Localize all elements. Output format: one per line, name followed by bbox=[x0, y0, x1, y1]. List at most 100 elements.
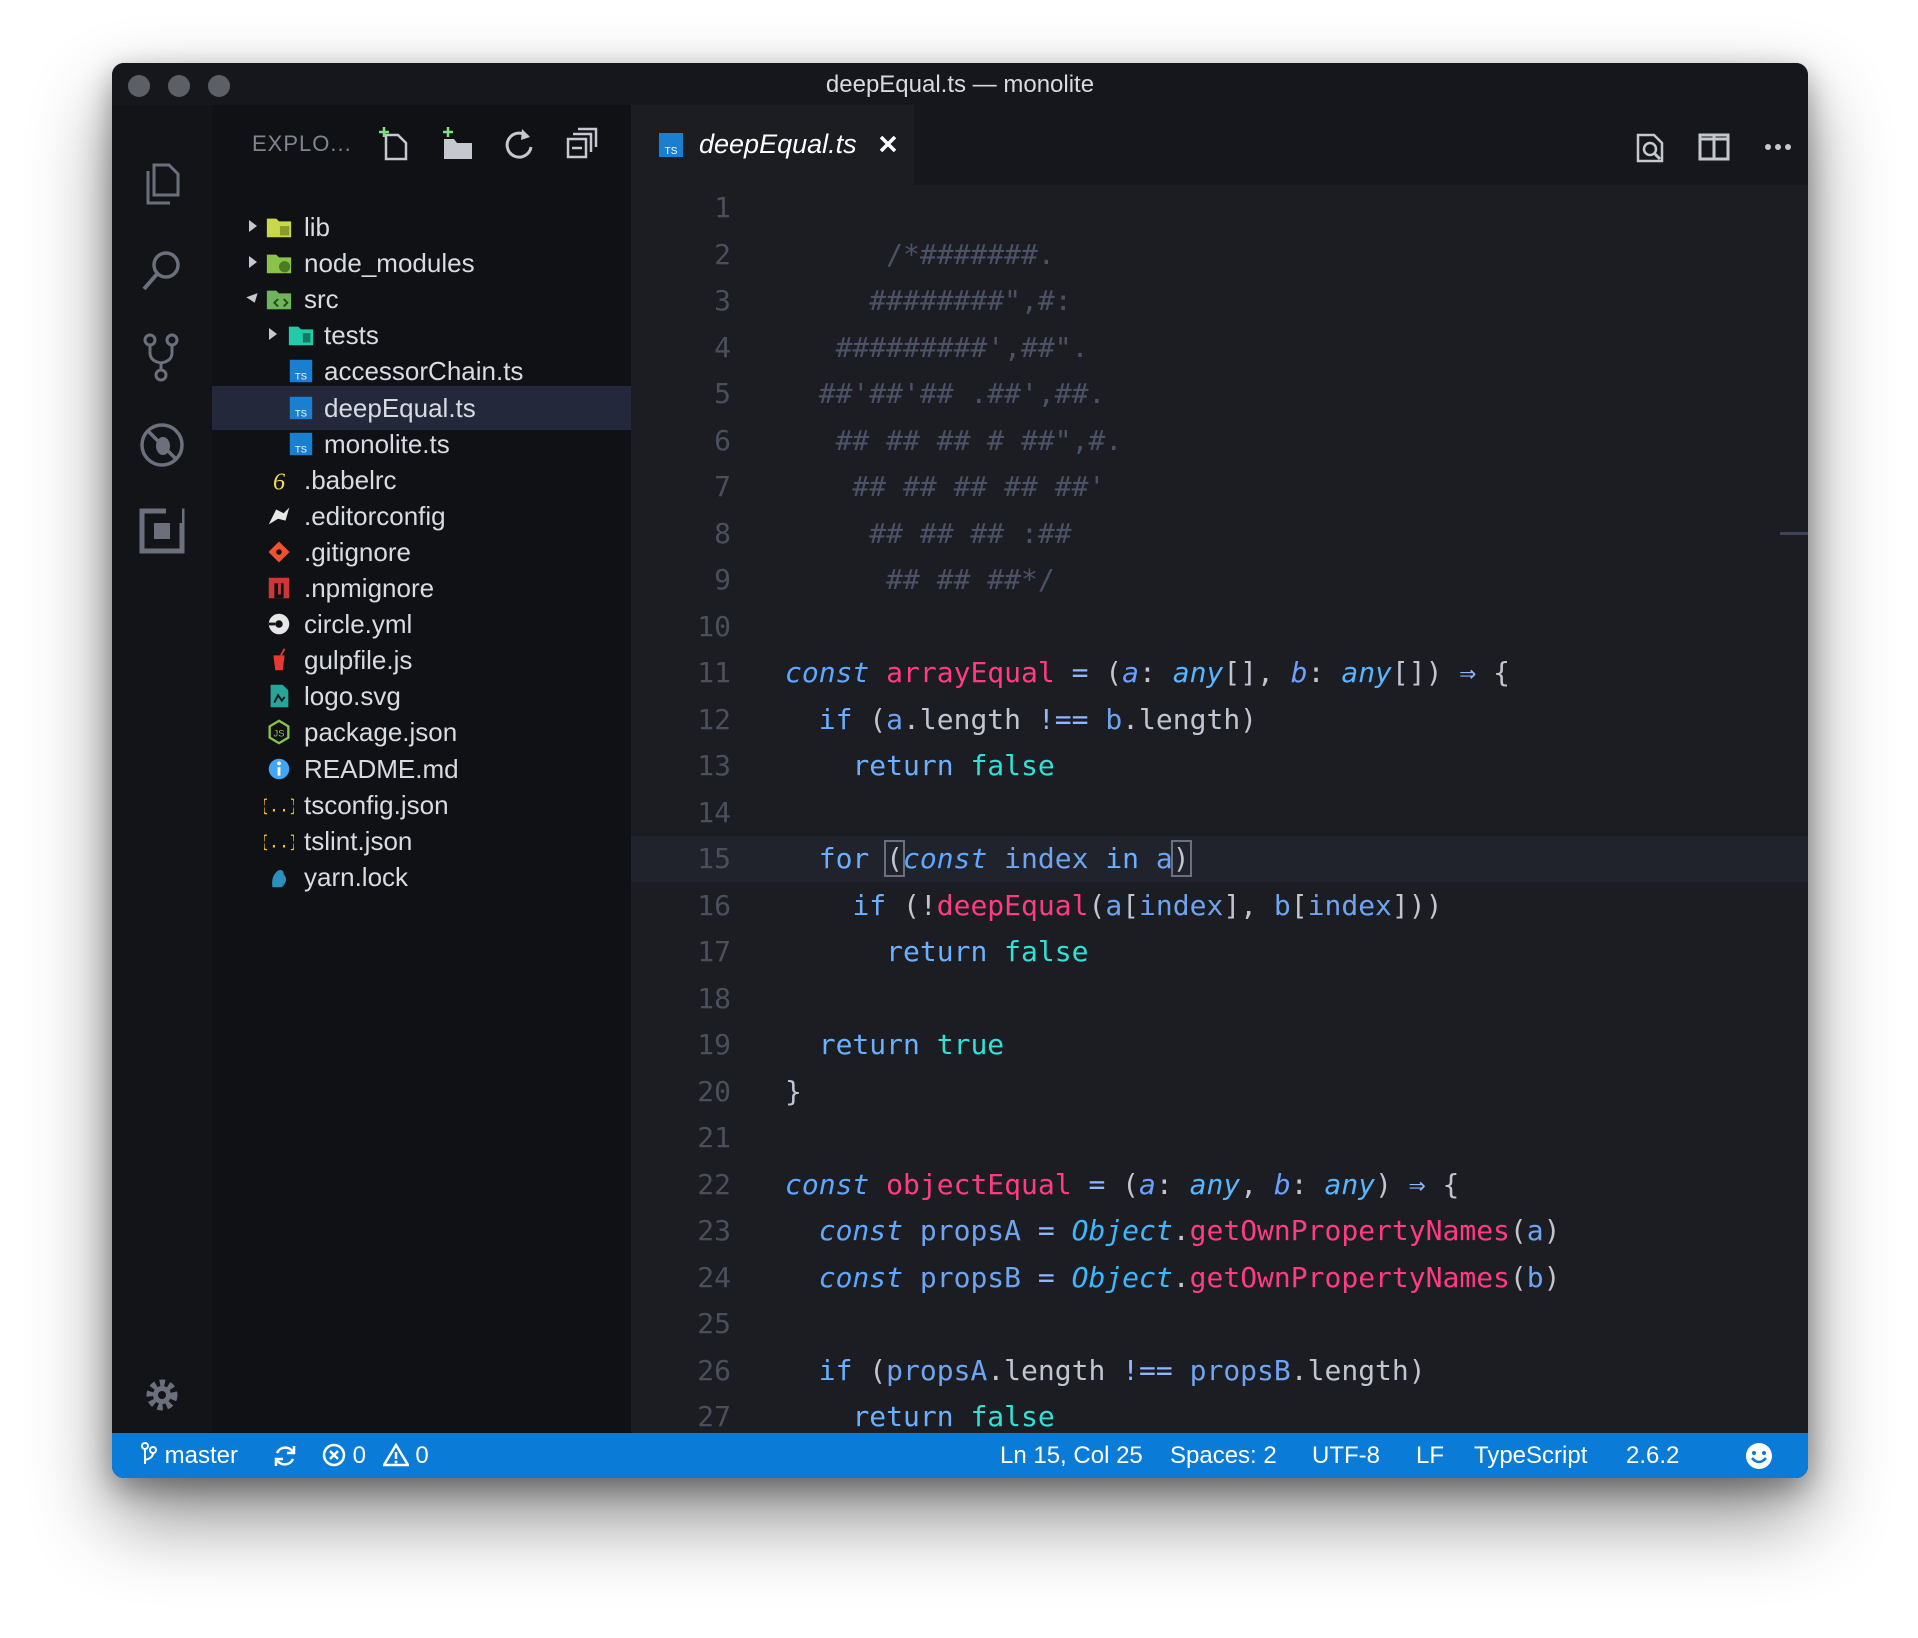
code-line[interactable]: 1 bbox=[631, 185, 1808, 231]
tree-item-label: tsconfig.json bbox=[304, 789, 449, 820]
line-number: 2 bbox=[714, 237, 731, 271]
files-icon[interactable] bbox=[136, 157, 188, 209]
code-token: Object bbox=[1071, 1260, 1173, 1294]
tree-item-label: yarn.lock bbox=[304, 861, 409, 892]
encoding-status[interactable]: UTF-8 bbox=[1312, 1442, 1380, 1470]
code-line[interactable]: 16 if (!deepEqual(a[index], b[index])) bbox=[631, 883, 1808, 929]
typescript-version[interactable]: 2.6.2 bbox=[1626, 1442, 1679, 1470]
chevron-right-icon[interactable] bbox=[266, 325, 280, 343]
code-line[interactable]: 25 bbox=[631, 1301, 1808, 1347]
code-line[interactable]: 21 bbox=[631, 1115, 1808, 1161]
code-token: . bbox=[1172, 1214, 1190, 1247]
tree-file[interactable]: yarn.lock bbox=[212, 855, 631, 899]
line-number: 10 bbox=[697, 609, 731, 643]
code-line[interactable]: 12 if (a.length !== b.length) bbox=[631, 697, 1808, 743]
code-line[interactable]: 14 bbox=[631, 790, 1808, 836]
close-icon[interactable] bbox=[877, 133, 899, 155]
cursor-position[interactable]: Ln 15, Col 25 bbox=[1000, 1442, 1143, 1470]
code-line[interactable]: 5 ##'##'## .##',##. bbox=[631, 371, 1808, 417]
tree-item-label: node_modules bbox=[304, 248, 475, 279]
line-number: 7 bbox=[714, 470, 731, 503]
debug-icon[interactable] bbox=[136, 419, 188, 471]
language-mode[interactable]: TypeScript bbox=[1474, 1442, 1587, 1470]
code-editor[interactable]: 12 /*#######. 3 ########",#: 4 #########',… bbox=[631, 185, 1808, 1433]
git-branch-icon bbox=[141, 1442, 157, 1464]
code-line[interactable]: 22 const objectEqual = (a: any, b: any) ⇒… bbox=[631, 1162, 1808, 1208]
tree-item-label: README.md bbox=[304, 753, 459, 784]
code-line[interactable]: 7 ## ## ## ## ##' bbox=[631, 464, 1808, 510]
code-token: false bbox=[970, 1400, 1055, 1433]
line-number: 24 bbox=[697, 1260, 731, 1294]
tree-item-label: circle.yml bbox=[304, 609, 413, 640]
code-line[interactable]: 27 return false bbox=[631, 1394, 1808, 1433]
folder-tests-icon bbox=[288, 326, 314, 346]
chevron-right-icon[interactable] bbox=[246, 217, 260, 235]
line-number: 26 bbox=[697, 1353, 731, 1387]
extensions-icon[interactable] bbox=[136, 505, 188, 557]
code-line[interactable]: 18 bbox=[631, 976, 1808, 1022]
code-token: b bbox=[1273, 1167, 1291, 1201]
code-text: return false bbox=[785, 1400, 1055, 1433]
search-icon[interactable] bbox=[136, 245, 188, 297]
code-token: const bbox=[785, 656, 870, 689]
tab-deepequal[interactable]: TS deepEqual.ts bbox=[631, 105, 914, 185]
code-line[interactable]: 19 return true bbox=[631, 1022, 1808, 1068]
code-token: a bbox=[1155, 842, 1173, 875]
source-control-icon[interactable] bbox=[136, 331, 188, 383]
svg-icon bbox=[270, 685, 289, 708]
code-line[interactable]: 6 ## ## ## # ##",#. bbox=[631, 418, 1808, 464]
code-line[interactable]: 23 const propsA = Object.getOwnPropertyN… bbox=[631, 1208, 1808, 1254]
branch-status[interactable]: master bbox=[140, 1442, 238, 1470]
code-line[interactable]: 17 return false bbox=[631, 929, 1808, 975]
typescript-icon: TS bbox=[289, 432, 313, 455]
code-line[interactable]: 9 ## ## ##*/ bbox=[631, 557, 1808, 603]
code-text: const propsB = Object.getOwnPropertyName… bbox=[785, 1261, 1561, 1294]
eol-status[interactable]: LF bbox=[1416, 1442, 1444, 1470]
svg-text:{..}: {..} bbox=[264, 795, 294, 815]
code-token: ( bbox=[1509, 1214, 1527, 1247]
code-line[interactable]: 24 const propsB = Object.getOwnPropertyN… bbox=[631, 1255, 1808, 1301]
code-token: return bbox=[818, 1028, 920, 1061]
problems-status[interactable]: 0 0 bbox=[322, 1442, 429, 1470]
code-line[interactable]: 20} bbox=[631, 1069, 1808, 1115]
warning-count: 0 bbox=[415, 1442, 429, 1469]
indentation-status[interactable]: Spaces: 2 bbox=[1170, 1442, 1277, 1470]
code-token: ( bbox=[852, 702, 887, 736]
code-token: b bbox=[1105, 702, 1123, 736]
tree-item-label: tslint.json bbox=[304, 825, 413, 856]
sync-icon[interactable] bbox=[272, 1443, 298, 1469]
code-line[interactable]: 8 ## ## ## :## bbox=[631, 511, 1808, 557]
code-line[interactable]: 13 return false bbox=[631, 743, 1808, 789]
chevron-down-icon[interactable] bbox=[246, 289, 260, 307]
line-number: 27 bbox=[697, 1400, 731, 1433]
tree-item-label: gulpfile.js bbox=[304, 645, 413, 676]
code-token: if bbox=[818, 1353, 853, 1387]
code-token: ], bbox=[1223, 888, 1274, 922]
code-token: . bbox=[1172, 1260, 1190, 1294]
code-token: return bbox=[852, 749, 954, 782]
code-line[interactable]: 11 const arrayEqual = (a: any[], b: any[]… bbox=[631, 650, 1808, 696]
code-token: ##'##'## .##',##. bbox=[785, 377, 1106, 410]
chevron-right-icon[interactable] bbox=[246, 253, 260, 271]
npm-icon bbox=[268, 577, 290, 599]
code-line[interactable]: 2 /*#######. bbox=[631, 232, 1808, 278]
feedback-smiley-icon[interactable] bbox=[1744, 1441, 1774, 1471]
code-token: a bbox=[886, 702, 904, 736]
code-token: : bbox=[1139, 656, 1173, 689]
code-token: .length) bbox=[1122, 702, 1258, 736]
gear-icon[interactable] bbox=[136, 1369, 188, 1421]
code-line[interactable]: 3 ########",#: bbox=[631, 278, 1808, 324]
code-line[interactable]: 15 for (const index in a) bbox=[631, 836, 1808, 882]
more-icon[interactable] bbox=[1758, 127, 1798, 167]
code-line[interactable]: 26 if (propsA.length !== propsB.length) bbox=[631, 1348, 1808, 1394]
gulp-icon bbox=[273, 648, 286, 671]
code-token: .length) bbox=[1290, 1353, 1426, 1387]
open-preview-icon[interactable] bbox=[1630, 127, 1670, 167]
code-line[interactable]: 10 bbox=[631, 604, 1808, 650]
code-line[interactable]: 4 #########',##". bbox=[631, 325, 1808, 371]
code-token: propsB bbox=[1189, 1353, 1291, 1387]
split-editor-icon[interactable] bbox=[1694, 127, 1734, 167]
